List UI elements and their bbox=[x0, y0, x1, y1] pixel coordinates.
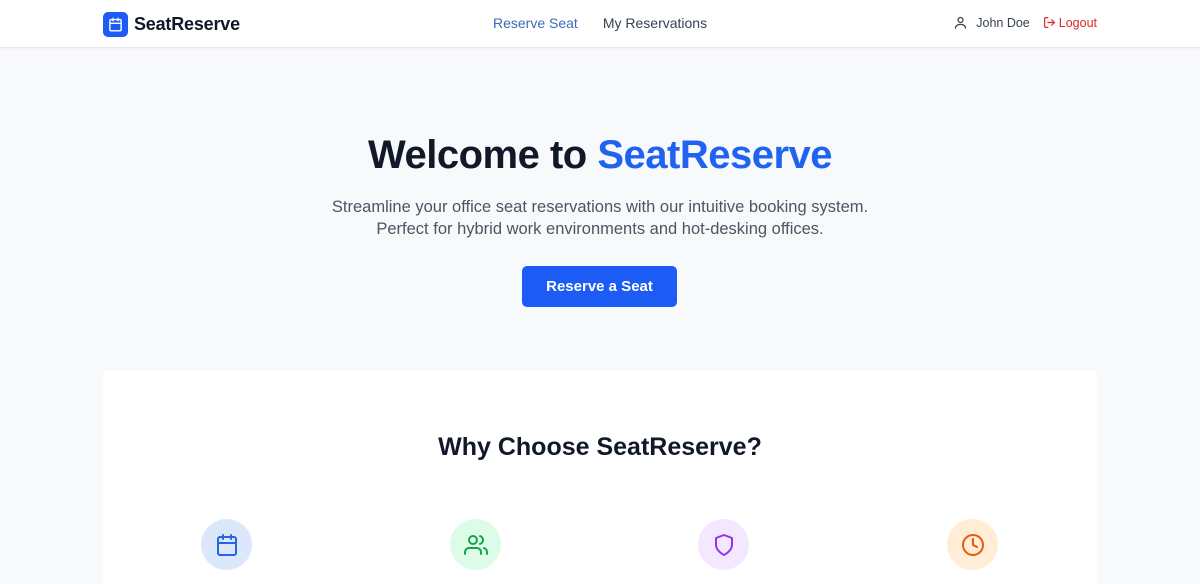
hero-subtitle: Streamline your office seat reservations… bbox=[331, 198, 869, 238]
features-title: Why Choose SeatReserve? bbox=[438, 433, 762, 461]
hero-title-prefix: Welcome to bbox=[367, 133, 587, 177]
logout-icon bbox=[1043, 17, 1055, 28]
hero-title: Welcome to SeatReserve bbox=[0, 133, 1200, 178]
feature-shield-icon bbox=[698, 519, 749, 570]
feature-users-icon bbox=[450, 519, 501, 570]
brand[interactable]: SeatReserve bbox=[103, 11, 240, 37]
brand-name: SeatReserve bbox=[134, 13, 240, 34]
feature-calendar-icon bbox=[201, 519, 252, 570]
hero-title-accent: SeatReserve bbox=[597, 133, 833, 177]
nav-my-reservations[interactable]: My Reservations bbox=[603, 15, 707, 31]
user-icon bbox=[953, 15, 968, 30]
nav-reserve-seat[interactable]: Reserve Seat bbox=[493, 15, 578, 31]
user-menu: John Doe Logout bbox=[953, 15, 1097, 30]
user-name: John Doe bbox=[976, 15, 1030, 30]
calendar-icon bbox=[103, 11, 128, 37]
logout-label: Logout bbox=[1058, 15, 1097, 30]
features-section: Why Choose SeatReserve? bbox=[103, 371, 1097, 584]
logout-button[interactable]: Logout bbox=[1043, 16, 1097, 30]
reserve-seat-button[interactable]: Reserve a Seat bbox=[522, 266, 677, 307]
feature-clock-icon bbox=[947, 519, 998, 570]
top-navbar: SeatReserve Reserve Seat My Reservations… bbox=[0, 0, 1200, 48]
main-nav: Reserve Seat My Reservations bbox=[493, 15, 707, 31]
